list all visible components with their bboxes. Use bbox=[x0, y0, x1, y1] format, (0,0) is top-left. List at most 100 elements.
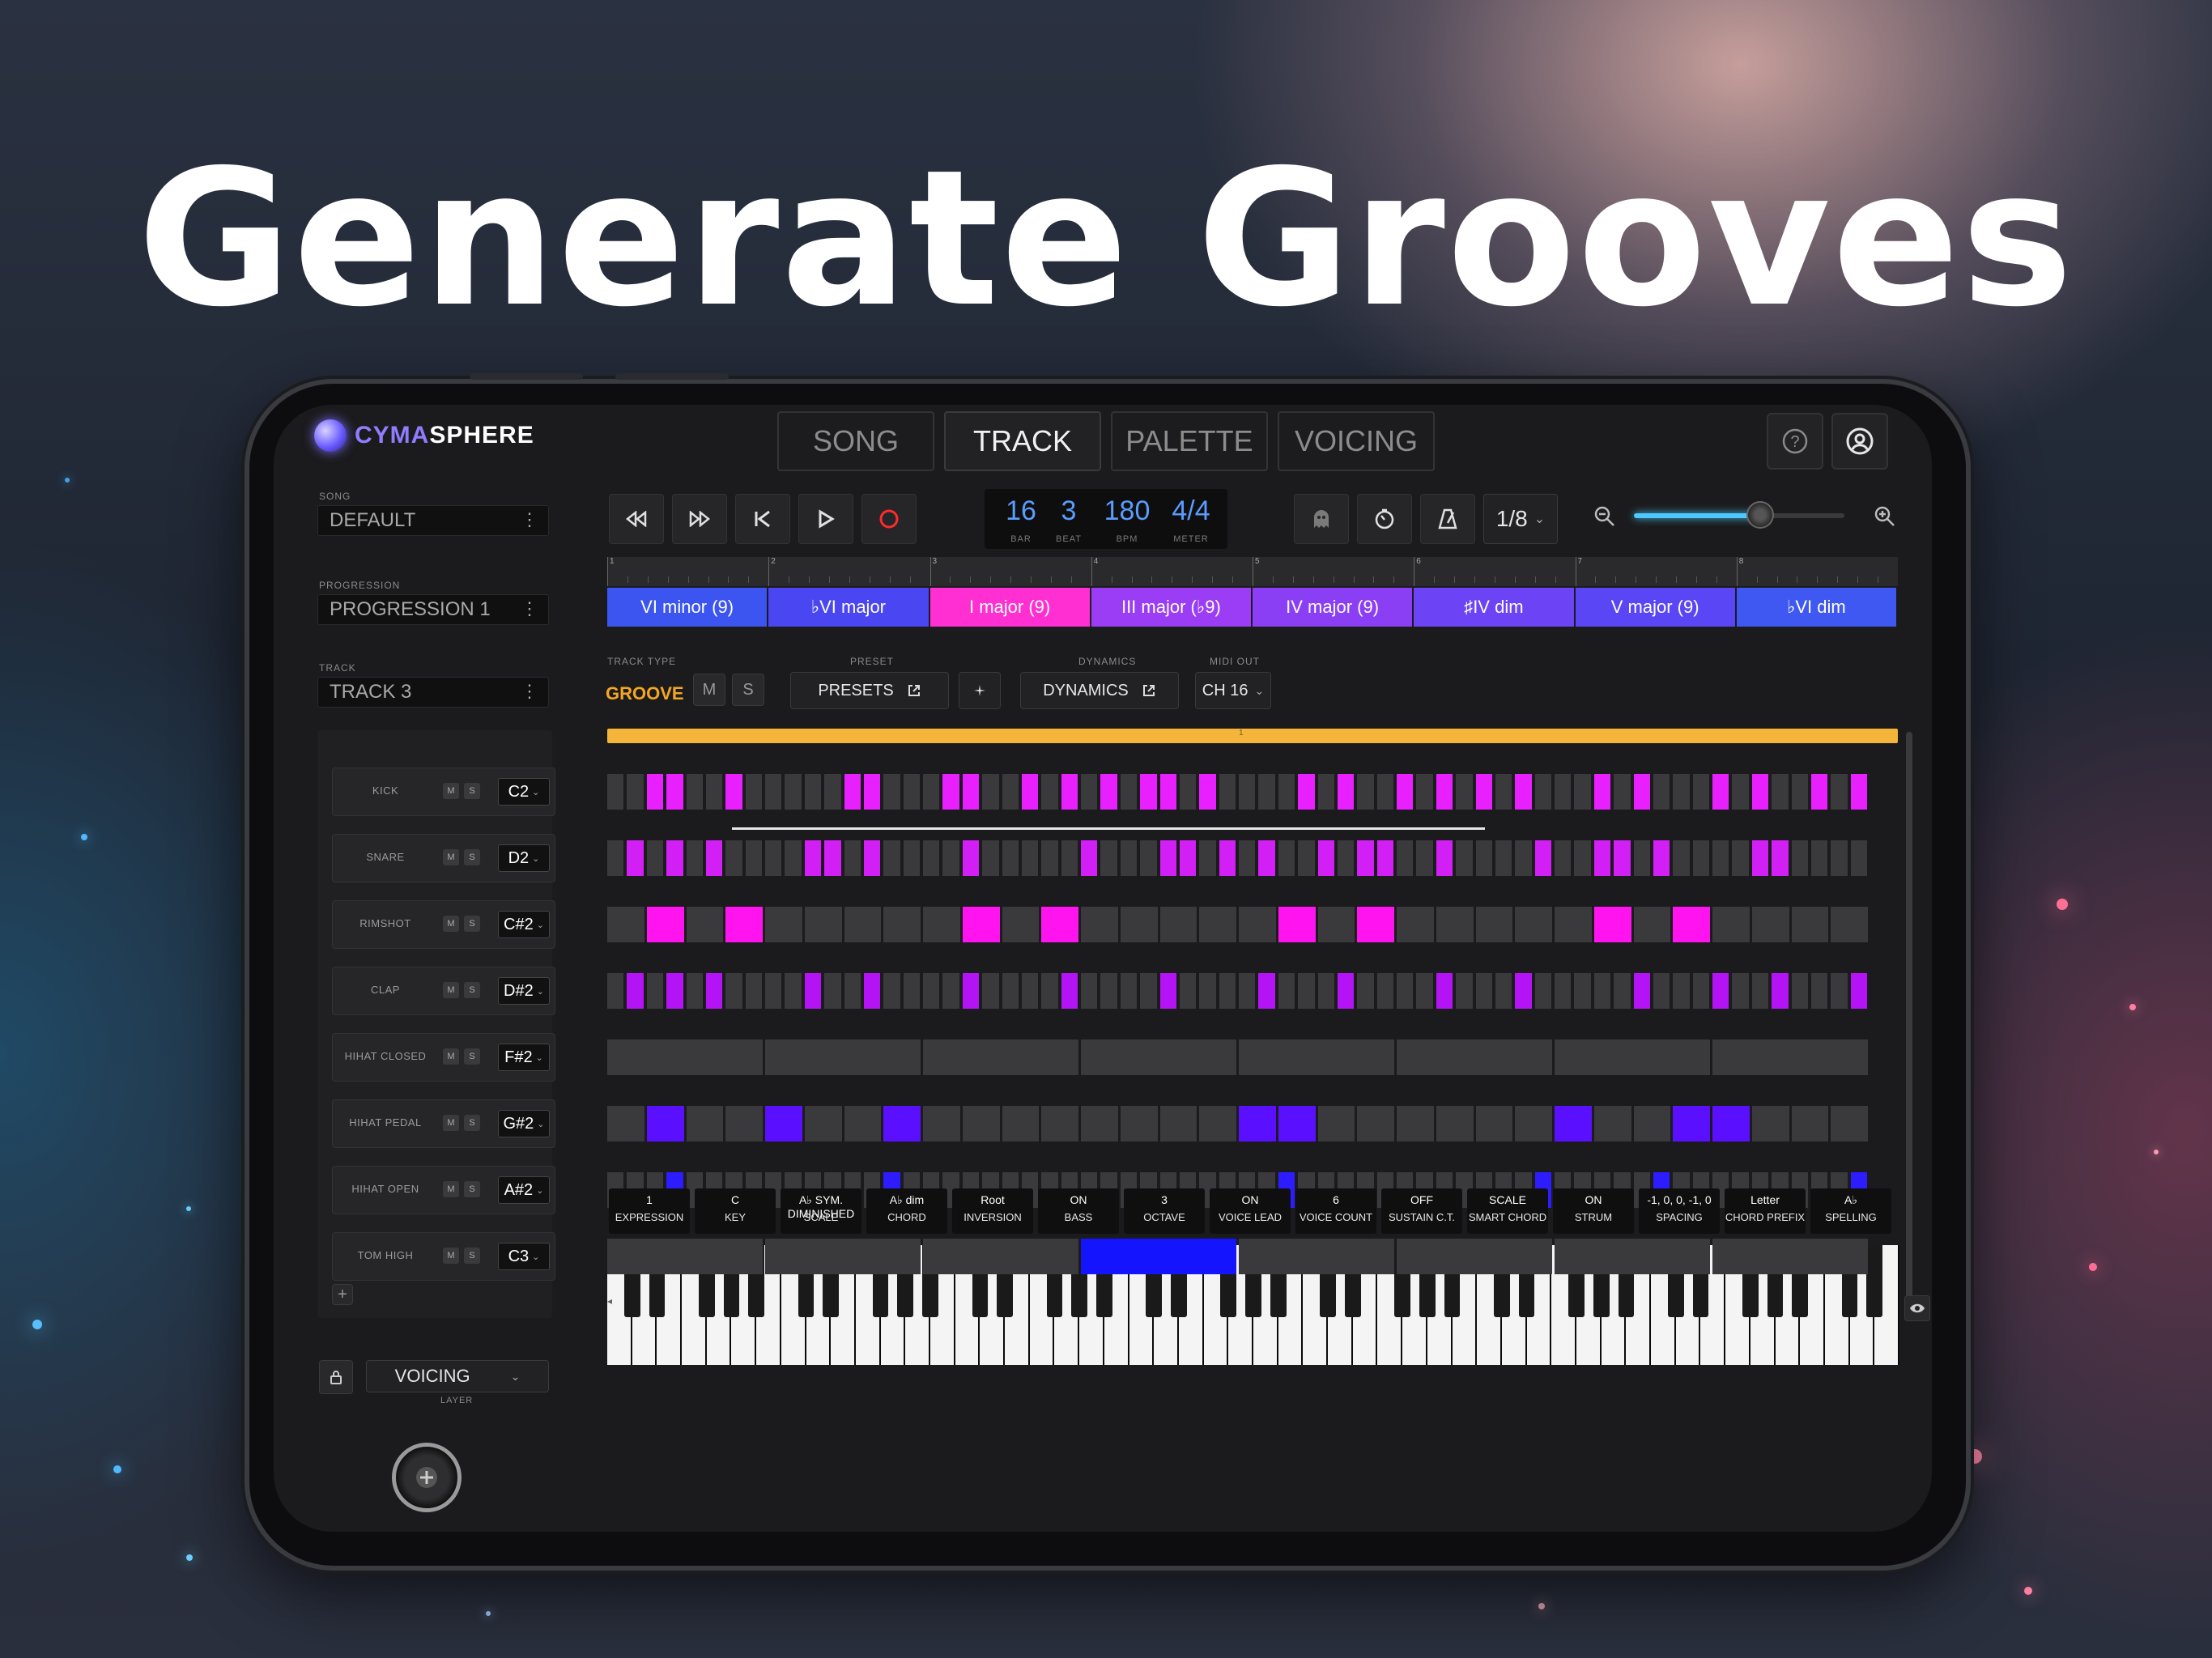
step[interactable] bbox=[883, 907, 921, 942]
instrument-mute-button[interactable]: M bbox=[443, 849, 459, 865]
randomize-button[interactable] bbox=[959, 672, 1001, 709]
step-active[interactable] bbox=[863, 774, 881, 810]
step[interactable] bbox=[1732, 840, 1749, 876]
instrument-mute-button[interactable]: M bbox=[443, 1248, 459, 1264]
step[interactable] bbox=[1239, 907, 1276, 942]
step[interactable] bbox=[1397, 1106, 1434, 1141]
step[interactable] bbox=[1712, 1239, 1868, 1274]
bpm-value[interactable]: 180 bbox=[1096, 495, 1158, 527]
step[interactable] bbox=[1258, 774, 1275, 810]
step[interactable] bbox=[1593, 973, 1611, 1009]
step[interactable] bbox=[1791, 840, 1808, 876]
parameter-cell[interactable]: ON BASS bbox=[1038, 1188, 1119, 1234]
step[interactable] bbox=[1317, 973, 1334, 1009]
step[interactable] bbox=[1633, 907, 1671, 942]
record-button[interactable] bbox=[861, 494, 917, 544]
step[interactable] bbox=[1397, 840, 1414, 876]
step[interactable] bbox=[1555, 1239, 1710, 1274]
step[interactable] bbox=[1120, 907, 1158, 942]
instrument-row[interactable]: HIHAT PEDAL M S G#2 ⌄ bbox=[332, 1099, 555, 1148]
step[interactable] bbox=[1397, 1039, 1552, 1075]
step-active[interactable] bbox=[1041, 907, 1078, 942]
step[interactable] bbox=[1751, 1106, 1789, 1141]
step[interactable] bbox=[923, 973, 940, 1009]
step-active[interactable] bbox=[1751, 840, 1769, 876]
step[interactable] bbox=[607, 1039, 763, 1075]
lock-button[interactable] bbox=[319, 1360, 353, 1394]
step[interactable] bbox=[923, 1039, 1078, 1075]
step-active[interactable] bbox=[705, 973, 723, 1009]
step[interactable] bbox=[607, 1106, 644, 1141]
step[interactable] bbox=[765, 1239, 921, 1274]
progression-select[interactable]: PROGRESSION 1 ⋮ bbox=[317, 594, 549, 625]
step[interactable] bbox=[1179, 774, 1197, 810]
step-active[interactable] bbox=[1021, 774, 1039, 810]
track-menu-icon[interactable]: ⋮ bbox=[521, 681, 538, 702]
step[interactable] bbox=[725, 1106, 763, 1141]
step-active[interactable] bbox=[1278, 1106, 1316, 1141]
step[interactable] bbox=[1614, 774, 1631, 810]
step-active[interactable] bbox=[1850, 973, 1867, 1009]
add-button[interactable] bbox=[392, 1443, 462, 1512]
step[interactable] bbox=[1751, 973, 1769, 1009]
step[interactable] bbox=[1692, 774, 1709, 810]
step[interactable] bbox=[1081, 1106, 1118, 1141]
step-active[interactable] bbox=[1081, 1239, 1236, 1274]
step-active[interactable] bbox=[1633, 774, 1650, 810]
step-active[interactable] bbox=[863, 840, 881, 876]
instrument-solo-button[interactable]: S bbox=[464, 982, 480, 998]
instrument-mute-button[interactable]: M bbox=[443, 916, 459, 932]
step[interactable] bbox=[1298, 840, 1315, 876]
rewind-button[interactable] bbox=[609, 494, 664, 544]
step[interactable] bbox=[1673, 774, 1690, 810]
step[interactable] bbox=[982, 774, 999, 810]
step[interactable] bbox=[1021, 840, 1039, 876]
step-active[interactable] bbox=[646, 907, 684, 942]
parameter-cell[interactable]: A♭ SPELLING bbox=[1810, 1188, 1891, 1234]
step[interactable] bbox=[962, 1106, 1000, 1141]
step-active[interactable] bbox=[962, 774, 980, 810]
step[interactable] bbox=[1140, 840, 1157, 876]
chord-block[interactable]: ♭VI dim bbox=[1736, 588, 1898, 627]
step-active[interactable] bbox=[1081, 840, 1098, 876]
step-active[interactable] bbox=[1772, 973, 1789, 1009]
step[interactable] bbox=[765, 1039, 921, 1075]
step[interactable] bbox=[1515, 840, 1532, 876]
chord-block[interactable]: VI minor (9) bbox=[607, 588, 769, 627]
progression-menu-icon[interactable]: ⋮ bbox=[521, 598, 538, 619]
vertical-scrollbar[interactable] bbox=[1906, 732, 1912, 1299]
step-active[interactable] bbox=[1810, 774, 1828, 810]
step[interactable] bbox=[745, 840, 762, 876]
chord-block[interactable]: ♯IV dim bbox=[1414, 588, 1576, 627]
step-active[interactable] bbox=[1278, 907, 1316, 942]
step[interactable] bbox=[1002, 973, 1019, 1009]
visibility-toggle[interactable] bbox=[1904, 1295, 1930, 1321]
tab-track[interactable]: TRACK bbox=[944, 411, 1101, 471]
step-active[interactable] bbox=[1614, 840, 1631, 876]
step-active[interactable] bbox=[1673, 1106, 1710, 1141]
step-active[interactable] bbox=[1515, 973, 1532, 1009]
step[interactable] bbox=[1831, 1106, 1868, 1141]
instrument-note-select[interactable]: F#2 ⌄ bbox=[498, 1044, 550, 1071]
step[interactable] bbox=[745, 973, 762, 1009]
step[interactable] bbox=[903, 840, 920, 876]
step[interactable] bbox=[923, 907, 960, 942]
step[interactable] bbox=[1831, 973, 1848, 1009]
step-active[interactable] bbox=[1199, 774, 1216, 810]
step-active[interactable] bbox=[646, 774, 664, 810]
step[interactable] bbox=[646, 973, 664, 1009]
track-select[interactable]: TRACK 3 ⋮ bbox=[317, 677, 549, 708]
step-active[interactable] bbox=[1317, 840, 1334, 876]
instrument-solo-button[interactable]: S bbox=[464, 783, 480, 799]
step-active[interactable] bbox=[804, 840, 822, 876]
skip-to-start-button[interactable] bbox=[735, 494, 790, 544]
step[interactable] bbox=[1475, 973, 1492, 1009]
step-active[interactable] bbox=[863, 973, 881, 1009]
step[interactable] bbox=[1376, 973, 1393, 1009]
step[interactable] bbox=[1081, 973, 1098, 1009]
presets-button[interactable]: PRESETS bbox=[790, 672, 949, 709]
step[interactable] bbox=[1791, 973, 1808, 1009]
step[interactable] bbox=[1475, 840, 1492, 876]
instrument-row[interactable]: CLAP M S D#2 ⌄ bbox=[332, 967, 555, 1015]
step[interactable] bbox=[1515, 907, 1552, 942]
